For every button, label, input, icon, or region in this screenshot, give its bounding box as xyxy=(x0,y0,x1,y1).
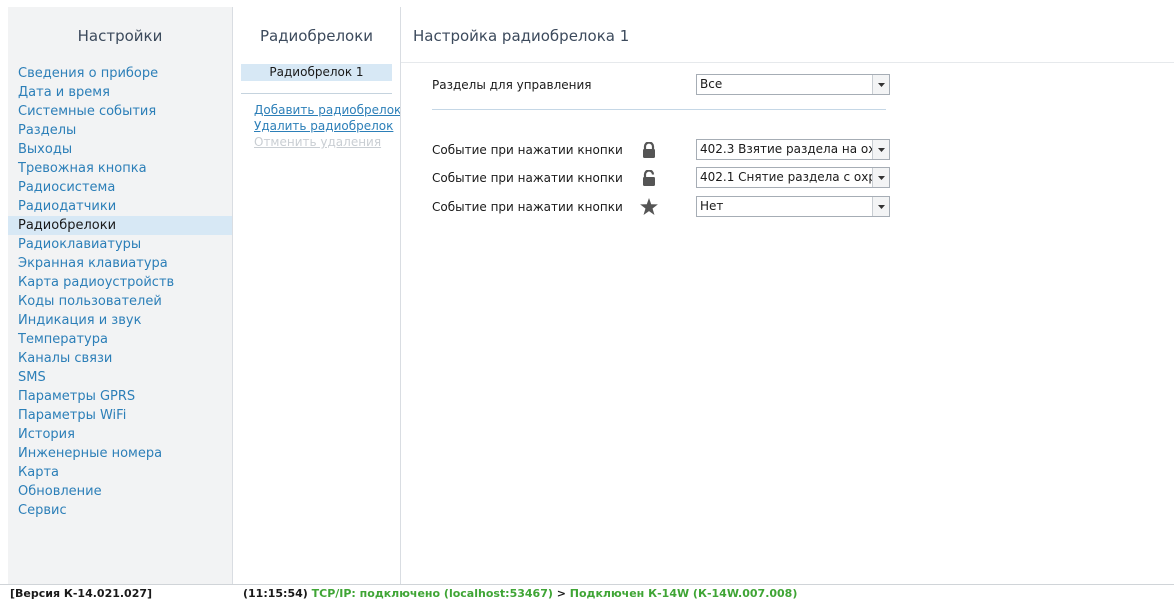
device-status: Подключен К-14W (К-14W.007.008) xyxy=(569,587,798,600)
radio-fobs-panel: Радиобрелоки Радиобрелок 1 Добавить ради… xyxy=(233,7,401,584)
sidebar-item[interactable]: Коды пользователей xyxy=(8,292,232,311)
sidebar-item[interactable]: Каналы связи xyxy=(8,349,232,368)
connection-status: (11:15:54) TCP/IP: подключено (localhost… xyxy=(243,585,797,601)
event-select-value: 402.3 Взятие раздела на охрану xyxy=(700,142,872,156)
event-row-unlock: Событие при нажатии кнопки 402.1 Снятие … xyxy=(432,167,890,188)
event-select-lock[interactable]: 402.3 Взятие раздела на охрану xyxy=(696,139,890,160)
sidebar-item[interactable]: Сведения о приборе xyxy=(8,64,232,83)
event-label: Событие при нажатии кнопки xyxy=(432,142,623,157)
chevron-down-icon[interactable] xyxy=(872,197,889,216)
event-select-star[interactable]: Нет xyxy=(696,196,890,217)
version-label: [Версия К-14.021.027] xyxy=(10,587,153,600)
page-title: Настройка радиобрелока 1 xyxy=(401,7,1174,63)
sidebar-item[interactable]: Тревожная кнопка xyxy=(8,159,232,178)
event-select-unlock[interactable]: 402.1 Снятие раздела с охраны xyxy=(696,167,890,188)
sidebar-item[interactable]: Радиобрелоки xyxy=(8,216,232,235)
partitions-row: Разделы для управления Все xyxy=(432,74,890,95)
sidebar-item[interactable]: Температура xyxy=(8,330,232,349)
sidebar-item[interactable]: Карта xyxy=(8,463,232,482)
status-separator: > xyxy=(556,587,566,600)
sidebar-item[interactable]: Системные события xyxy=(8,102,232,121)
event-label: Событие при нажатии кнопки xyxy=(432,170,623,185)
chevron-down-icon[interactable] xyxy=(872,168,889,187)
status-bar: [Версия К-14.021.027] (11:15:54) TCP/IP:… xyxy=(0,584,1174,601)
sidebar-item[interactable]: Радиосистема xyxy=(8,178,232,197)
tcp-status: TCP/IP: подключено (localhost:53467) xyxy=(311,587,553,600)
sidebar-item[interactable]: Дата и время xyxy=(8,83,232,102)
sidebar-item[interactable]: Инженерные номера xyxy=(8,444,232,463)
undo-delete-link: Отменить удаления xyxy=(254,135,382,149)
sidebar-item[interactable]: Выходы xyxy=(8,140,232,159)
event-row-star: Событие при нажатии кнопки Нет xyxy=(432,196,890,217)
delete-fob-link[interactable]: Удалить радиобрелок xyxy=(254,118,400,134)
partitions-select[interactable]: Все xyxy=(696,74,890,95)
event-row-lock: Событие при нажатии кнопки 402.3 Взятие … xyxy=(432,139,890,160)
fob-settings-panel: Настройка радиобрелока 1 Разделы для упр… xyxy=(401,7,1174,584)
sidebar-item[interactable]: Параметры GPRS xyxy=(8,387,232,406)
sidebar-item[interactable]: Индикация и звук xyxy=(8,311,232,330)
sidebar-item[interactable]: Сервис xyxy=(8,501,232,520)
radio-fobs-title: Радиобрелоки xyxy=(259,27,374,45)
add-fob-link[interactable]: Добавить радиобрелок xyxy=(254,102,400,118)
settings-sidebar: Настройки Сведения о приборе Дата и время… xyxy=(8,7,233,584)
partitions-label: Разделы для управления xyxy=(432,77,592,92)
status-time: (11:15:54) xyxy=(243,587,308,600)
lock-closed-icon xyxy=(632,141,666,158)
event-label: Событие при нажатии кнопки xyxy=(432,199,623,214)
partitions-select-value: Все xyxy=(700,77,723,91)
event-select-value: Нет xyxy=(700,199,724,213)
fob-actions-divider xyxy=(241,93,392,94)
chevron-down-icon[interactable] xyxy=(872,75,889,94)
sidebar-title: Настройки xyxy=(77,27,163,45)
lock-open-icon xyxy=(632,169,666,186)
sidebar-item[interactable]: Параметры WiFi xyxy=(8,406,232,425)
sidebar-item[interactable]: Карта радиоустройств xyxy=(8,273,232,292)
sidebar-item[interactable]: Экранная клавиатура xyxy=(8,254,232,273)
star-icon xyxy=(632,198,666,215)
sidebar-item[interactable]: История xyxy=(8,425,232,444)
chevron-down-icon[interactable] xyxy=(872,140,889,159)
section-divider xyxy=(432,109,886,110)
event-select-value: 402.1 Снятие раздела с охраны xyxy=(700,170,872,184)
settings-nav: Сведения о приборе Дата и время Системные … xyxy=(8,64,232,520)
sidebar-item[interactable]: Обновление xyxy=(8,482,232,501)
sidebar-item[interactable]: Радиодатчики xyxy=(8,197,232,216)
sidebar-item[interactable]: Разделы xyxy=(8,121,232,140)
sidebar-item[interactable]: Радиоклавиатуры xyxy=(8,235,232,254)
sidebar-item[interactable]: SMS xyxy=(8,368,232,387)
fob-list-item[interactable]: Радиобрелок 1 xyxy=(241,64,392,81)
